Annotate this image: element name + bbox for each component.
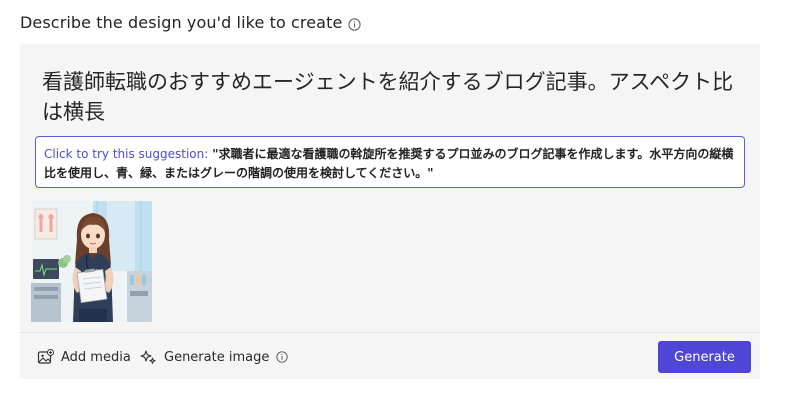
- prompt-panel: 看護師転職のおすすめエージェントを紹介するブログ記事。アスペクト比は横長 Cli…: [20, 44, 760, 379]
- sparkle-icon: [140, 349, 157, 366]
- nurse-illustration: [31, 201, 152, 322]
- page-title: Describe the design you'd like to create: [20, 12, 343, 32]
- generate-button[interactable]: Generate: [658, 341, 751, 373]
- divider: [20, 332, 760, 333]
- media-thumbnail[interactable]: [31, 201, 152, 322]
- suggestion-box[interactable]: Click to try this suggestion: "求職者に最適な看護職…: [35, 136, 745, 188]
- prompt-input[interactable]: 看護師転職のおすすめエージェントを紹介するブログ記事。アスペクト比は横長: [42, 67, 742, 127]
- suggestion-prefix: Click to try this suggestion:: [44, 147, 209, 161]
- info-icon[interactable]: [276, 351, 288, 363]
- image-add-icon: [37, 348, 54, 366]
- generate-image-label: Generate image: [164, 349, 270, 365]
- add-media-label: Add media: [61, 349, 131, 365]
- add-media-button[interactable]: Add media: [37, 344, 131, 370]
- generate-image-button[interactable]: Generate image: [140, 344, 288, 370]
- info-icon[interactable]: [348, 16, 362, 31]
- header: Describe the design you'd like to create: [20, 10, 362, 34]
